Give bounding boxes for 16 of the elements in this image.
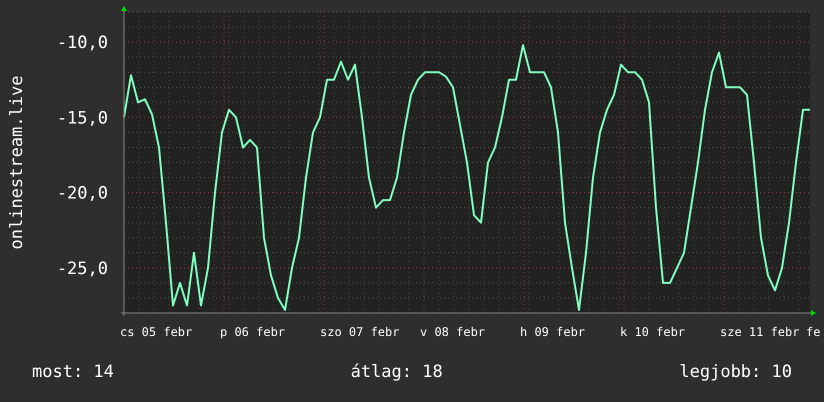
x-tick-label: szo 07 febr <box>320 325 400 339</box>
x-tick-label: k 10 febr <box>620 325 686 339</box>
x-tick-label: p 06 febr <box>220 325 286 339</box>
x-tick-label: h 09 febr <box>520 325 586 339</box>
legend-value: legjobb: 10 <box>679 362 792 382</box>
y-tick-label: -10,0 <box>56 33 108 54</box>
x-tick-label: cs 05 febr <box>120 325 192 339</box>
y-tick-label: -20,0 <box>56 184 108 204</box>
legend-value: átlag: 18 <box>350 362 443 382</box>
axis-title: onlinestream.live <box>7 76 27 250</box>
legend-value: most: 14 <box>32 362 114 382</box>
x-tick-label: v 08 febr <box>420 325 486 339</box>
y-tick-label: -15,0 <box>56 108 108 128</box>
y-tick-label: -25,0 <box>56 258 108 279</box>
x-tick-label: sze 11 febr <box>720 325 800 339</box>
x-tick-label: fe <box>806 325 820 339</box>
